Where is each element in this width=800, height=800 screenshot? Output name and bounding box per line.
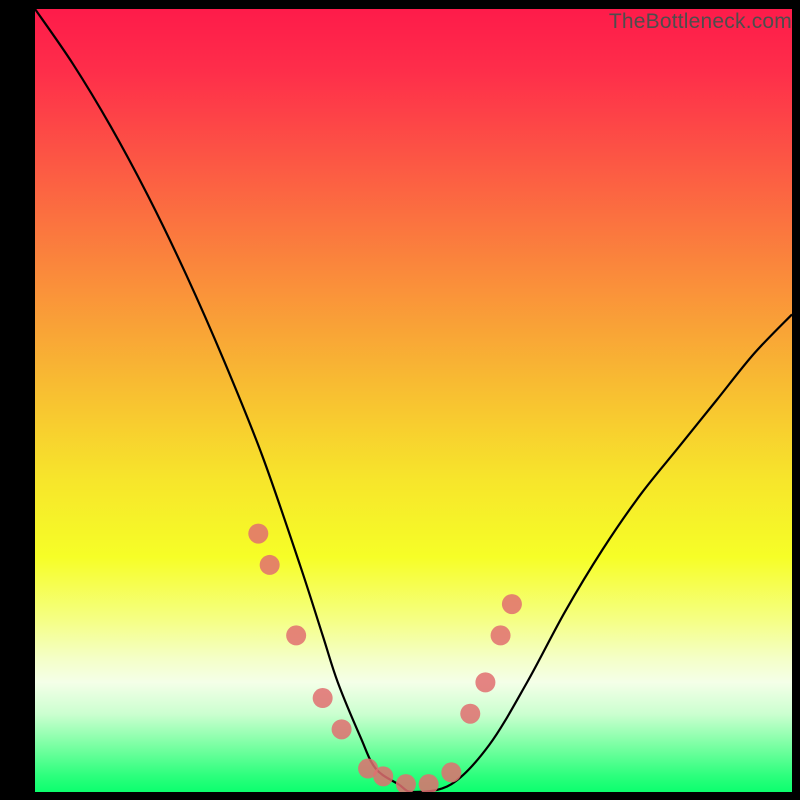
marker-dot [419,774,439,792]
plot-area [35,9,792,792]
marker-dot [332,719,352,739]
chart-stage: TheBottleneck.com [0,0,800,800]
marker-dot [260,555,280,575]
marker-dot [502,594,522,614]
marker-dot [441,762,461,782]
chart-svg [35,9,792,792]
marker-dot [373,766,393,786]
bottleneck-curve [35,9,792,792]
marker-dot [396,774,416,792]
sample-markers [248,524,522,792]
marker-dot [460,704,480,724]
marker-dot [286,625,306,645]
marker-dot [491,625,511,645]
watermark-text: TheBottleneck.com [609,10,792,34]
marker-dot [248,524,268,544]
marker-dot [475,672,495,692]
marker-dot [313,688,333,708]
